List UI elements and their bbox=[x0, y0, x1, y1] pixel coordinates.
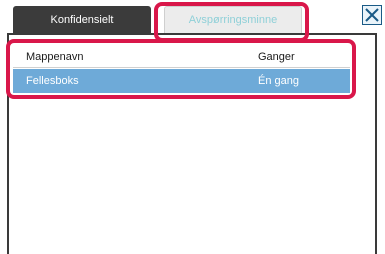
polling-memory-screen: Konfidensielt Avspørringsminne Mappenavn… bbox=[0, 0, 385, 254]
list-item[interactable]: Fellesboks Én gang bbox=[13, 69, 350, 93]
tab-polling-memory[interactable]: Avspørringsminne bbox=[164, 6, 302, 34]
tab-polling-memory-label: Avspørringsminne bbox=[188, 14, 278, 26]
close-button[interactable] bbox=[362, 5, 382, 25]
folder-list: Mappenavn Ganger Fellesboks Én gang bbox=[13, 46, 350, 93]
list-item-folder-name: Fellesboks bbox=[26, 75, 79, 87]
tab-confidential-label: Konfidensielt bbox=[50, 14, 114, 26]
header-folder-name: Mappenavn bbox=[26, 50, 84, 63]
list-item-times: Én gang bbox=[258, 75, 299, 87]
close-icon bbox=[365, 8, 379, 22]
tab-confidential[interactable]: Konfidensielt bbox=[13, 6, 151, 34]
header-times: Ganger bbox=[258, 50, 295, 63]
list-header: Mappenavn Ganger bbox=[13, 46, 350, 68]
